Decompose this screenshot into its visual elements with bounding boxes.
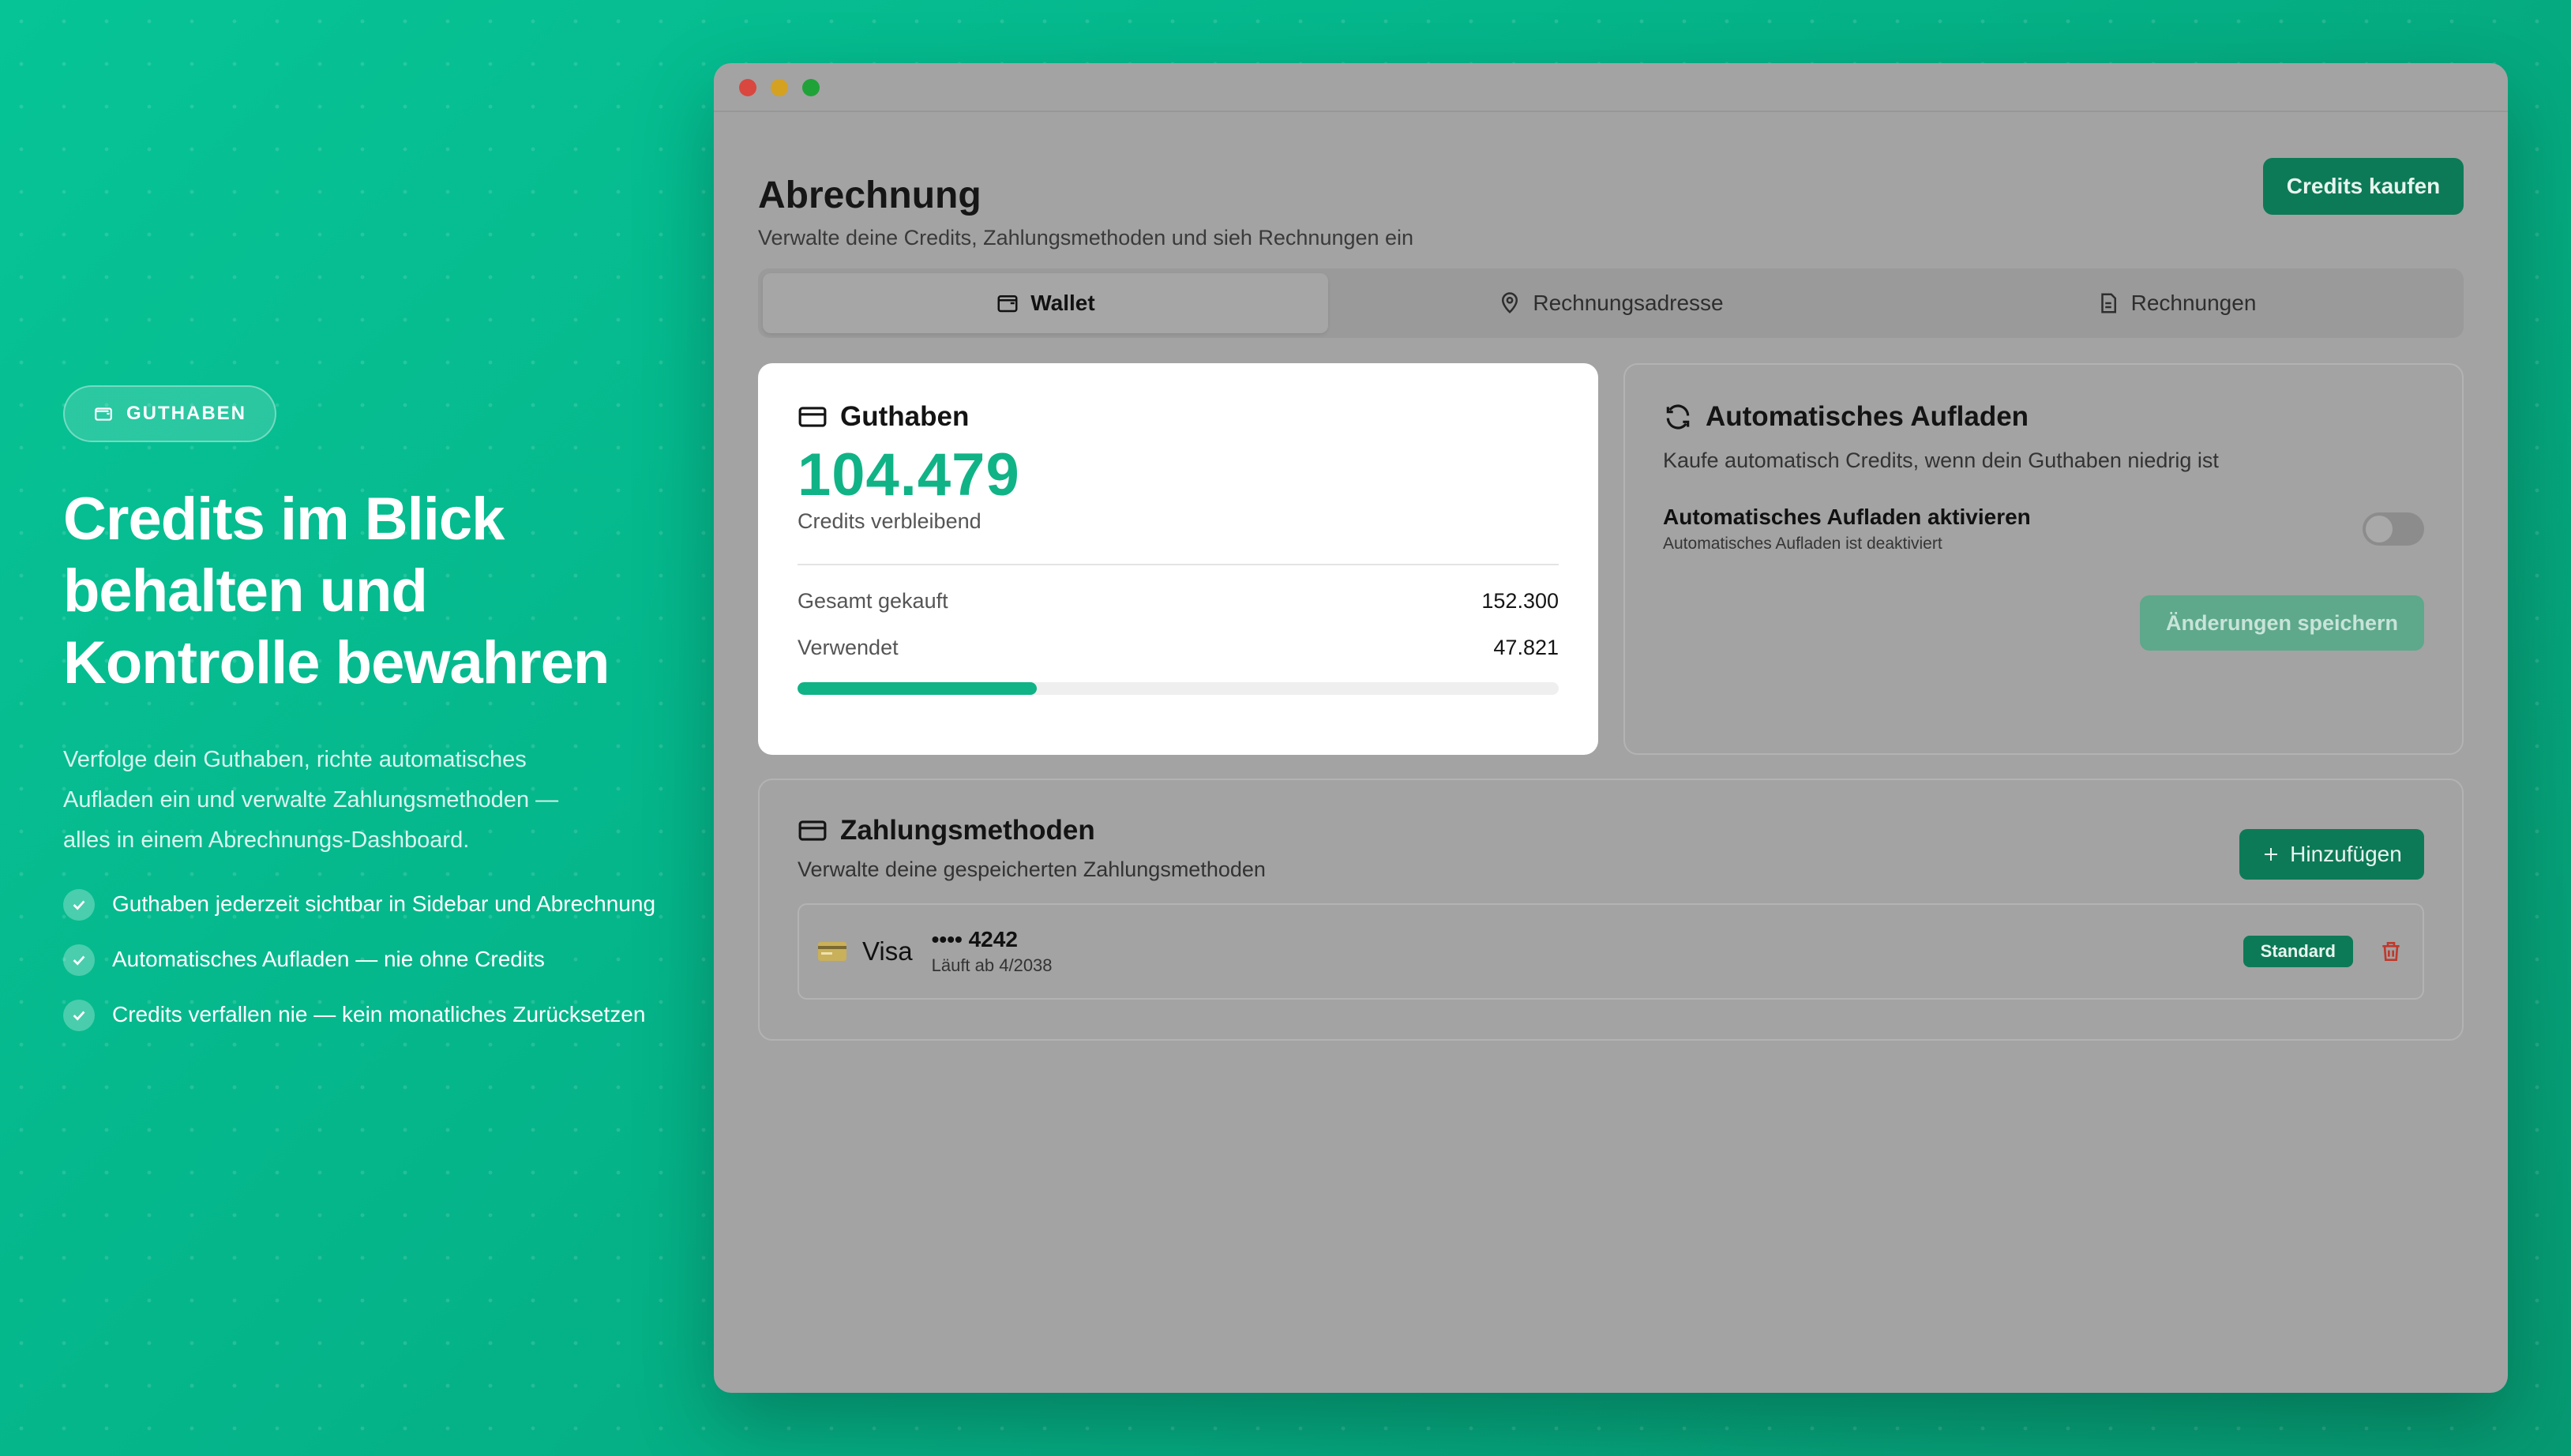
hero-title-line: Kontrolle bewahren: [63, 629, 610, 696]
add-button-label: Hinzufügen: [2290, 842, 2402, 866]
purchased-label: Gesamt gekauft: [798, 589, 948, 613]
default-badge: Standard: [2243, 936, 2353, 967]
purchased-row: Gesamt gekauft 152.300: [798, 589, 1559, 614]
feature-item: Automatisches Aufladen — nie ohne Credit…: [63, 944, 695, 976]
check-icon: [63, 1000, 95, 1031]
payment-method-item[interactable]: Visa •••• 4242 Läuft ab 4/2038 Standard: [798, 903, 2424, 1000]
feature-item: Credits verfallen nie — kein monatliches…: [63, 1000, 695, 1031]
usage-progress-bar: [798, 682, 1559, 695]
feature-text: Guthaben jederzeit sichtbar in Sidebar u…: [112, 891, 656, 916]
trash-icon[interactable]: [2378, 939, 2404, 964]
app-window: Abrechnung Verwalte deine Credits, Zahlu…: [714, 63, 2508, 1393]
check-icon: [63, 889, 95, 921]
buy-credits-button[interactable]: Credits kaufen: [2263, 158, 2464, 215]
page-title: Abrechnung: [758, 174, 981, 216]
feature-list: Guthaben jederzeit sichtbar in Sidebar u…: [63, 889, 695, 1031]
divider: [798, 564, 1559, 565]
balance-amount: 104.479: [798, 441, 1020, 508]
hero-section: GUTHABEN Credits im Blick behalten und K…: [63, 385, 695, 1055]
toggle-status: Automatisches Aufladen ist deaktiviert: [1663, 535, 1942, 553]
map-pin-icon: [1502, 292, 1518, 313]
hero-title-line: Credits im Blick: [63, 486, 505, 553]
payment-methods-header: Zahlungsmethoden: [798, 815, 2424, 846]
balance-title: Guthaben: [840, 401, 970, 432]
card-number: •••• 4242: [931, 927, 1018, 951]
used-label: Verwendet: [798, 636, 899, 659]
add-payment-method-button[interactable]: Hinzufügen: [2239, 829, 2424, 880]
feature-text: Automatisches Aufladen — nie ohne Credit…: [112, 947, 545, 971]
tab-invoices[interactable]: Rechnungen: [1894, 273, 2459, 333]
save-changes-button[interactable]: Änderungen speichern: [2140, 595, 2424, 651]
guthaben-badge: GUTHABEN: [63, 385, 276, 442]
card-brand: Visa: [862, 936, 913, 966]
close-window-button[interactable]: [739, 79, 756, 96]
maximize-window-button[interactable]: [802, 79, 820, 96]
card-chip-icon: [818, 942, 846, 961]
auto-topup-description: Kaufe automatisch Credits, wenn dein Gut…: [1663, 448, 2219, 472]
purchased-value: 152.300: [1481, 589, 1559, 613]
card-expiry: Läuft ab 4/2038: [931, 955, 1053, 975]
auto-topup-header: Automatisches Aufladen: [1663, 401, 2424, 433]
balance-card-header: Guthaben: [798, 401, 1559, 433]
balance-amount-label: Credits verbleibend: [798, 509, 981, 533]
check-icon: [63, 944, 95, 976]
hero-title: Credits im Blick behalten und Kontrolle …: [63, 483, 695, 699]
credit-card-icon: [798, 407, 827, 427]
auto-topup-card: Automatisches Aufladen Kaufe automatisch…: [1623, 363, 2464, 755]
page-subtitle: Verwalte deine Credits, Zahlungsmethoden…: [758, 226, 1414, 250]
tab-label: Rechnungen: [2130, 291, 2257, 315]
hero-description: Verfolge dein Guthaben, richte automatis…: [63, 747, 559, 853]
tab-label: Rechnungsadresse: [1533, 291, 1724, 315]
auto-topup-toggle[interactable]: [2363, 512, 2424, 546]
auto-topup-toggle-row: Automatisches Aufladen aktivieren Automa…: [1663, 505, 2424, 554]
auto-topup-title: Automatisches Aufladen: [1706, 401, 2029, 432]
payment-methods-subtitle: Verwalte deine gespeicherten Zahlungsmet…: [798, 857, 1266, 881]
tab-bar: Wallet Rechnungsadresse Rechnungen: [758, 268, 2464, 338]
window-titlebar: [714, 63, 2508, 112]
tab-label: Wallet: [1030, 291, 1095, 315]
badge-label: GUTHABEN: [126, 403, 246, 424]
toggle-label: Automatisches Aufladen aktivieren: [1663, 505, 2031, 529]
usage-progress-fill: [798, 682, 1037, 695]
document-icon: [2100, 293, 2116, 313]
feature-item: Guthaben jederzeit sichtbar in Sidebar u…: [63, 889, 695, 921]
wallet-icon: [997, 295, 1018, 313]
refresh-icon: [1666, 404, 1690, 430]
wallet-icon: [95, 407, 112, 421]
balance-card: Guthaben 104.479 Credits verbleibend Ges…: [758, 363, 1598, 755]
minimize-window-button[interactable]: [771, 79, 788, 96]
used-value: 47.821: [1493, 636, 1559, 659]
feature-text: Credits verfallen nie — kein monatliches…: [112, 1002, 646, 1026]
used-row: Verwendet 47.821: [798, 636, 1559, 660]
payment-methods-title: Zahlungsmethoden: [840, 815, 1095, 846]
tab-billing-address[interactable]: Rechnungsadresse: [1328, 273, 1894, 333]
credit-card-icon: [798, 820, 827, 841]
hero-title-line: behalten und: [63, 557, 428, 625]
payment-methods-card: Zahlungsmethoden Verwalte deine gespeich…: [758, 779, 2464, 1041]
plus-icon: [2265, 848, 2278, 861]
tab-wallet[interactable]: Wallet: [763, 273, 1328, 333]
